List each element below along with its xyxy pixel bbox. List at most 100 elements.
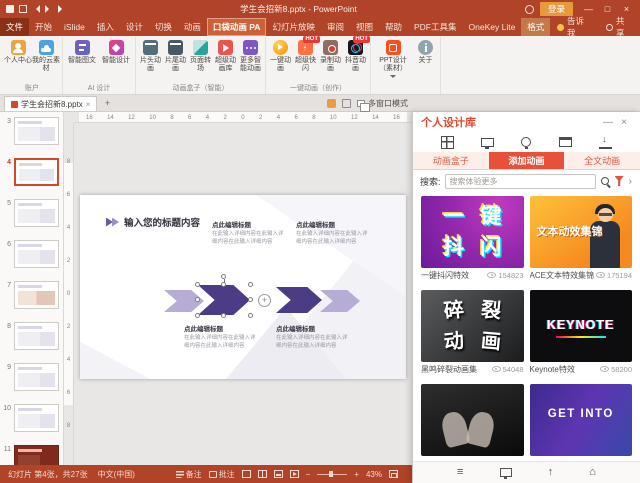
resize-handle[interactable] <box>248 282 253 287</box>
page-transition-button[interactable]: 页面转场 <box>188 37 213 74</box>
slide-thumbnail[interactable]: 8 <box>0 322 63 350</box>
account-center-button[interactable]: 个人中心 <box>4 37 32 65</box>
rotation-handle[interactable] <box>221 274 226 279</box>
resize-handle[interactable] <box>195 297 200 302</box>
board-category-icon[interactable] <box>558 137 572 147</box>
normal-view-icon[interactable] <box>241 470 251 478</box>
search-input[interactable] <box>444 173 596 189</box>
text-block[interactable]: 点此编辑标题 在此输入详细内容在此输入详细内容在此输入详细内容 <box>296 219 370 246</box>
my-cloud-materials-button[interactable]: 我的云素材 <box>32 37 60 74</box>
share-button[interactable]: 共享 <box>598 16 640 38</box>
login-button[interactable]: 登录 <box>539 2 573 16</box>
smart-design-button[interactable]: 智能设计 <box>99 37 133 65</box>
design-card[interactable]: 一键抖闪 一键抖闪特效 154823 <box>421 196 524 282</box>
slide-thumbnail[interactable]: 5 <box>0 199 63 227</box>
text-block[interactable]: 点此编辑标题 在此输入详细内容在此输入详细内容在此输入详细内容 <box>276 323 350 350</box>
tab-islide[interactable]: iSlide <box>58 18 91 36</box>
plus-connector[interactable]: + <box>258 294 271 307</box>
layout-icon[interactable] <box>342 98 351 108</box>
save-icon[interactable] <box>19 5 27 13</box>
tab-fulltext-animation[interactable]: 全文动画 <box>564 152 640 169</box>
resize-handle[interactable] <box>248 297 253 302</box>
tab-view[interactable]: 视图 <box>350 18 379 36</box>
panel-minimize-icon[interactable]: — <box>600 117 616 128</box>
ending-animation-button[interactable]: 片尾动画 <box>163 37 188 74</box>
onekey-animation-button[interactable]: 一键动画 <box>268 37 293 74</box>
notes-button[interactable]: 备注 <box>175 469 202 480</box>
resize-handle[interactable] <box>195 282 200 287</box>
zoom-slider-knob[interactable] <box>329 471 334 477</box>
language-indicator[interactable]: 中文(中国) <box>98 469 135 480</box>
download-category-icon[interactable] <box>599 134 613 149</box>
maximize-button[interactable]: □ <box>598 4 617 14</box>
tab-add-animation[interactable]: 添加动画 <box>488 152 565 169</box>
multi-window-toggle[interactable]: 多窗口模式 <box>357 98 408 112</box>
new-tab-button[interactable]: + <box>100 97 114 111</box>
tab-insert[interactable]: 插入 <box>91 18 120 36</box>
tab-review[interactable]: 审阅 <box>321 18 350 36</box>
slide-thumbnail-selected[interactable]: 4 <box>0 158 63 186</box>
tab-file[interactable]: 文件 <box>0 18 30 36</box>
fit-to-window-icon[interactable] <box>389 470 398 478</box>
slide[interactable]: 输入您的标题内容 点此编辑标题 在此输入详细内容在此输入详细内容在此输入详细内容… <box>80 195 406 379</box>
close-tab-icon[interactable]: × <box>86 100 91 109</box>
panel-close-icon[interactable]: × <box>616 117 632 128</box>
tab-transitions[interactable]: 切换 <box>149 18 178 36</box>
resize-handle[interactable] <box>195 313 200 318</box>
tab-animation-box[interactable]: 动画盒子 <box>413 152 489 169</box>
tell-me[interactable]: 告诉我 <box>550 16 598 38</box>
resize-handle[interactable] <box>248 313 253 318</box>
slide-thumbnail[interactable]: 6 <box>0 240 63 268</box>
chevron-shape[interactable] <box>276 287 322 313</box>
document-tab-active[interactable]: 学生会招新8.pptx × <box>4 96 98 111</box>
close-button[interactable]: × <box>617 4 636 14</box>
text-block[interactable]: 点此编辑标题 在此输入详细内容在此输入详细内容在此输入详细内容 <box>212 219 286 246</box>
design-card[interactable] <box>421 384 524 461</box>
resize-handle[interactable] <box>221 313 226 318</box>
tab-pdf-tools[interactable]: PDF工具集 <box>408 18 463 36</box>
design-card[interactable]: KEYNOTE Keynote特效 58200 <box>529 290 632 376</box>
editing-canvas[interactable]: 输入您的标题内容 点此编辑标题 在此输入详细内容在此输入详细内容在此输入详细内容… <box>74 123 412 465</box>
slide-thumbnail[interactable]: 11 <box>0 445 63 465</box>
horizontal-ruler[interactable]: 16 14 12 10 8 6 4 2 0 2 4 6 8 10 12 14 16 <box>74 112 412 123</box>
about-button[interactable]: 关于 <box>413 37 438 65</box>
zoom-out-button[interactable]: − <box>306 470 311 479</box>
zoom-in-button[interactable]: + <box>354 470 359 479</box>
slide-title-placeholder[interactable]: 输入您的标题内容 <box>106 215 200 229</box>
ppt-design-materials-button[interactable]: PPT设计（素材） <box>373 37 413 81</box>
home-icon[interactable]: ⌂ <box>589 467 596 478</box>
comments-button[interactable]: 批注 <box>208 469 235 480</box>
plugin-icon[interactable] <box>327 98 336 108</box>
tab-format[interactable]: 格式 <box>521 18 551 36</box>
design-card[interactable]: 文本动效集锦 ACE文本特效集锦 175194 <box>529 196 632 282</box>
tab-home[interactable]: 开始 <box>29 18 58 36</box>
reading-view-icon[interactable] <box>273 470 283 478</box>
tab-help[interactable]: 帮助 <box>379 18 408 36</box>
redo-icon[interactable] <box>45 5 53 13</box>
slide-thumbnail[interactable]: 10 <box>0 404 63 432</box>
upload-icon[interactable]: ↑ <box>548 467 554 478</box>
douyin-animation-button[interactable]: HOT 抖音动画 <box>343 36 370 74</box>
slide-sorter-view-icon[interactable] <box>257 470 267 478</box>
design-card[interactable]: 碎裂动画 黑鸣碎裂动画集 54048 <box>421 290 524 376</box>
slide-thumbnail[interactable]: 9 <box>0 363 63 391</box>
start-slideshow-icon[interactable] <box>58 5 66 13</box>
tab-animations[interactable]: 动画 <box>178 18 207 36</box>
monitor-icon[interactable] <box>499 468 512 479</box>
more-smart-animation-button[interactable]: 更多智能动画 <box>238 37 263 74</box>
chevron-shape[interactable] <box>320 290 360 312</box>
slide-thumbnail[interactable]: 3 <box>0 117 63 145</box>
zoom-level[interactable]: 43% <box>366 470 382 479</box>
design-card[interactable]: GET INTO <box>529 384 632 461</box>
opening-animation-button[interactable]: 片头动画 <box>138 37 163 74</box>
zoom-slider[interactable] <box>317 471 348 477</box>
record-animation-button[interactable]: 录制动画 <box>318 37 343 74</box>
super-animation-library-button[interactable]: 超级动画库 <box>213 37 238 74</box>
tab-design[interactable]: 设计 <box>120 18 149 36</box>
minimize-button[interactable]: — <box>579 4 598 14</box>
screen-category-icon[interactable] <box>481 138 495 149</box>
slide-thumbnail[interactable]: 7 <box>0 281 63 309</box>
chevron-shape-selected[interactable] <box>195 274 253 318</box>
tab-slideshow[interactable]: 幻灯片放映 <box>266 18 321 36</box>
grid-category-icon[interactable] <box>440 135 454 149</box>
